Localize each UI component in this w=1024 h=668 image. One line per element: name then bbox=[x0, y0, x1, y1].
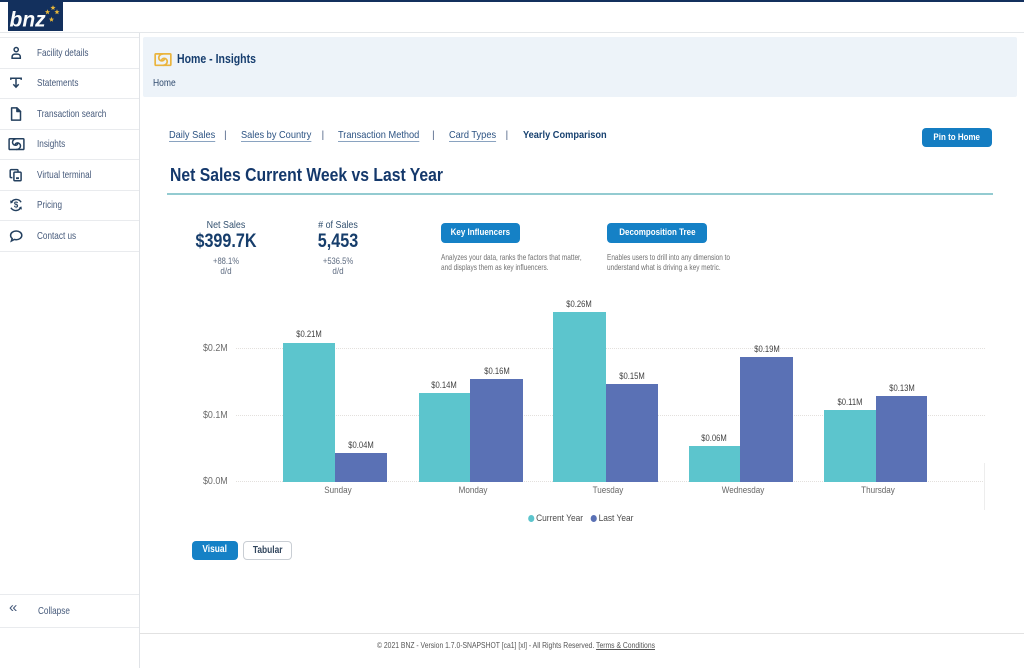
svg-text:bnz: bnz bbox=[10, 9, 47, 32]
svg-text:$: $ bbox=[14, 201, 19, 210]
